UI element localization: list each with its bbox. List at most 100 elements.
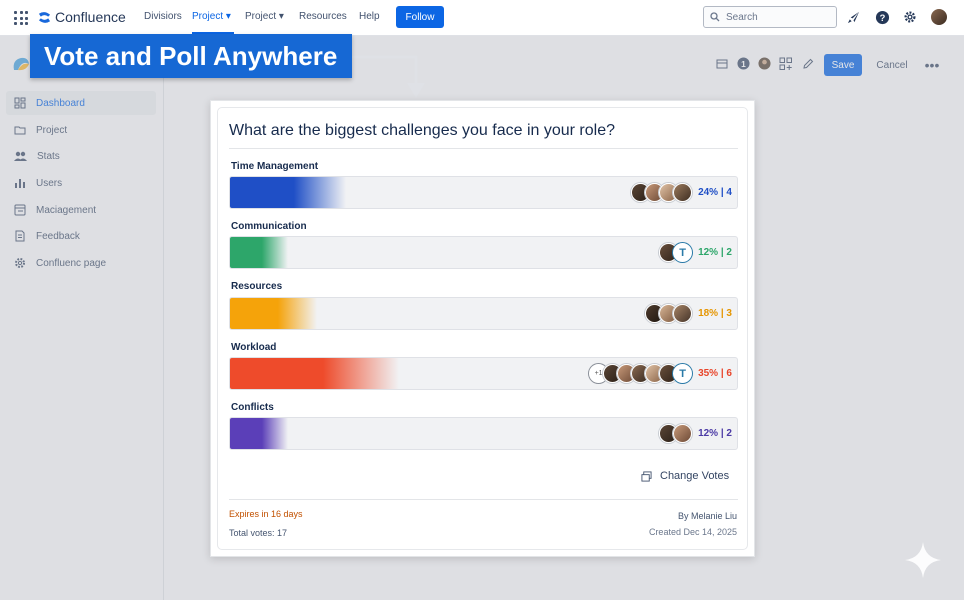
voter-avatar [673, 304, 693, 323]
option-bar-communication[interactable]: T 12% | 2 [229, 236, 738, 269]
copy-icon [641, 470, 652, 482]
brand-name: Confluence [55, 9, 126, 25]
edit-pencil-icon[interactable] [802, 58, 814, 70]
search-input[interactable]: Search [703, 6, 837, 28]
voter-avatars: +1 T [589, 364, 693, 383]
voter-avatar [673, 424, 693, 443]
vote-fill [230, 418, 288, 449]
notifications-rocket-icon[interactable] [845, 9, 861, 25]
option-label-communication: Communication [231, 221, 307, 232]
change-votes-button[interactable]: Change Votes [641, 470, 729, 482]
option-percentage: 12% | 2 [698, 247, 732, 258]
nav-resources[interactable]: Resources [299, 11, 347, 22]
nav-help[interactable]: Help [359, 11, 380, 22]
follow-button[interactable]: Follow [396, 6, 444, 28]
folder-icon [14, 126, 26, 135]
sidebar-item-confluence-page[interactable]: Confluenc page [6, 251, 156, 275]
database-icon [14, 204, 26, 216]
collaborator-avatar-icon[interactable] [758, 57, 771, 70]
vote-fill [230, 358, 399, 389]
people-icon [14, 151, 27, 161]
option-result: 12% | 2 [659, 418, 732, 449]
nav-divisiors[interactable]: Divisiors [144, 11, 182, 22]
confluence-x-icon [38, 11, 51, 23]
sidebar-item-dashboard[interactable]: Dashboard [6, 91, 156, 115]
voter-avatar-initial: T [673, 243, 693, 262]
poll-total-votes: Total votes: 17 [229, 528, 288, 538]
sidebar-item-label: Stats [37, 150, 60, 162]
option-result: 24% | 4 [631, 177, 732, 208]
sidebar-item-stats[interactable]: Stats [6, 144, 156, 168]
sidebar-item-feedback[interactable]: Feedback [6, 224, 156, 248]
vote-fill [230, 177, 346, 208]
cancel-button[interactable]: Cancel [870, 54, 914, 76]
option-result: +1 T 35% | 6 [589, 358, 732, 389]
app-switcher-icon[interactable] [14, 11, 28, 25]
option-percentage: 24% | 4 [698, 187, 732, 198]
confluence-logo[interactable]: Confluence [38, 9, 126, 25]
nav-project-active[interactable]: Project ▾ [192, 11, 231, 22]
more-actions-icon[interactable]: ••• [922, 54, 942, 76]
option-percentage: 35% | 6 [698, 368, 732, 379]
sidebar-item-management[interactable]: Maciagement [6, 198, 156, 222]
poll-question: What are the biggest challenges you face… [229, 122, 616, 139]
info-icon[interactable]: 1 [737, 57, 750, 70]
callout-arrow-icon [352, 55, 425, 98]
poll-created-date: Created Dec 14, 2025 [648, 527, 737, 537]
save-button[interactable]: Save [824, 54, 862, 76]
divider [229, 499, 738, 500]
option-bar-workload[interactable]: +1 T 35% | 6 [229, 357, 738, 390]
sidebar-item-label: Users [36, 177, 63, 189]
voter-avatar [673, 183, 693, 202]
option-label-conflicts: Conflicts [231, 402, 274, 413]
document-icon [15, 230, 25, 242]
poll-card: What are the biggest challenges you face… [210, 100, 755, 557]
page-layout-icon[interactable] [716, 58, 728, 70]
voter-avatar-initial: T [673, 364, 693, 383]
space-logo-icon[interactable] [12, 56, 30, 72]
divider [229, 148, 738, 149]
sidebar-item-label: Confluenc page [36, 257, 107, 269]
voter-avatars: T [659, 243, 693, 262]
user-avatar[interactable] [930, 8, 948, 26]
sidebar-item-users[interactable]: Users [6, 171, 156, 195]
option-result: T 12% | 2 [659, 237, 732, 268]
voter-avatars [659, 424, 693, 443]
change-votes-label: Change Votes [660, 470, 730, 482]
option-result: 18% | 3 [645, 298, 732, 329]
option-percentage: 12% | 2 [698, 428, 732, 439]
bar-chart-icon [15, 179, 25, 188]
voter-avatars [631, 183, 693, 202]
sidebar-item-label: Project [36, 124, 68, 136]
apps-add-icon[interactable] [779, 57, 793, 71]
svg-text:1: 1 [741, 59, 746, 69]
option-label-time-management: Time Management [231, 161, 319, 172]
search-placeholder: Search [726, 11, 758, 23]
top-navigation-bar: Confluence Divisiors Project ▾ Project ▾… [0, 0, 964, 36]
vote-fill [230, 237, 288, 268]
poll-expiry: Expires in 16 days [229, 509, 303, 519]
option-label-resources: Resources [231, 281, 283, 292]
search-icon [710, 12, 720, 22]
poll-card-inner: What are the biggest challenges you face… [217, 107, 748, 550]
sidebar-item-project[interactable]: Project [6, 118, 156, 142]
option-percentage: 18% | 3 [698, 308, 732, 319]
gear-icon [15, 258, 25, 268]
option-bar-time-management[interactable]: 24% | 4 [229, 176, 738, 209]
sidebar-item-label: Maciagement [36, 204, 97, 216]
settings-gear-icon[interactable] [902, 9, 918, 25]
sparkle-icon [905, 542, 941, 578]
sidebar-item-label: Dashboard [36, 97, 85, 109]
vote-fill [230, 298, 317, 329]
poll-author: By Melanie Liu [677, 511, 737, 521]
nav-project[interactable]: Project ▾ [245, 11, 284, 22]
dashboard-icon [14, 97, 26, 109]
sidebar: Dashboard Project Stats Users Maciagemen… [0, 36, 164, 600]
option-bar-conflicts[interactable]: 12% | 2 [229, 417, 738, 450]
voter-avatars [645, 304, 693, 323]
svg-text:?: ? [879, 12, 885, 22]
promo-banner-title: Vote and Poll Anywhere [30, 34, 352, 78]
help-icon[interactable]: ? [874, 9, 890, 25]
sidebar-item-label: Feedback [36, 230, 80, 242]
option-bar-resources[interactable]: 18% | 3 [229, 297, 738, 330]
